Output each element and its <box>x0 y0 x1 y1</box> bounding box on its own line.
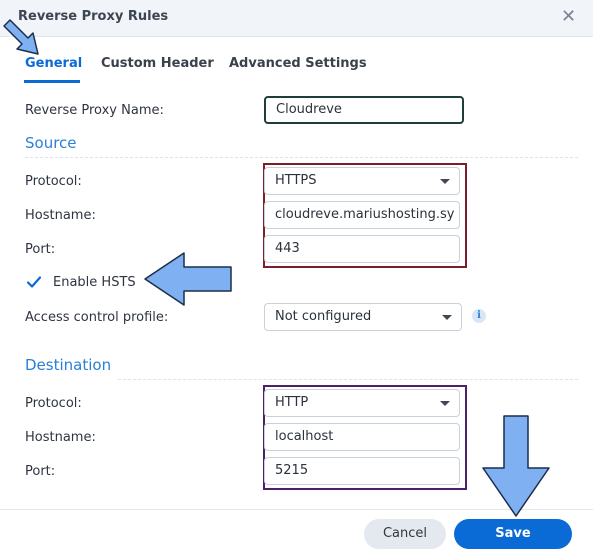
source-protocol-value: HTTPS <box>275 173 317 188</box>
destination-hostname-label: Hostname: <box>25 430 96 445</box>
close-icon[interactable]: ✕ <box>561 6 576 27</box>
access-control-value: Not configured <box>275 309 372 324</box>
destination-heading: Destination <box>25 356 112 374</box>
destination-protocol-label: Protocol: <box>25 396 82 411</box>
source-protocol-select[interactable]: HTTPS <box>264 167 460 195</box>
tab-advanced-settings[interactable]: Advanced Settings <box>229 56 367 71</box>
source-protocol-label: Protocol: <box>25 174 82 189</box>
destination-port-field[interactable]: 5215 <box>264 457 460 485</box>
title-bar: Reverse Proxy Rules ✕ <box>0 0 593 37</box>
active-tab-indicator <box>24 80 80 83</box>
arrow-to-hsts-icon <box>144 252 232 306</box>
destination-protocol-select[interactable]: HTTP <box>264 389 460 417</box>
chevron-down-icon <box>440 401 450 406</box>
tab-general[interactable]: General <box>25 56 82 71</box>
reverse-proxy-dialog: Reverse Proxy Rules ✕ General Custom Hea… <box>0 0 593 557</box>
chevron-down-icon <box>440 179 450 184</box>
destination-port-label: Port: <box>25 464 56 479</box>
destination-protocol-value: HTTP <box>275 395 309 410</box>
info-icon[interactable]: i <box>472 309 486 323</box>
source-port-field[interactable]: 443 <box>264 235 460 263</box>
reverse-proxy-name-label: Reverse Proxy Name: <box>25 103 164 118</box>
source-hostname-label: Hostname: <box>25 208 96 223</box>
chevron-down-icon <box>442 315 452 320</box>
tab-custom-header[interactable]: Custom Header <box>101 56 214 71</box>
source-divider <box>25 157 578 158</box>
destination-hostname-field[interactable]: localhost <box>264 423 460 451</box>
cancel-button[interactable]: Cancel <box>364 519 446 549</box>
source-port-label: Port: <box>25 242 56 257</box>
enable-hsts-checkbox[interactable] <box>26 274 42 290</box>
source-hostname-field[interactable]: cloudreve.mariushosting.sy <box>264 201 460 229</box>
access-control-select[interactable]: Not configured <box>264 303 462 331</box>
arrow-to-general-tab-icon <box>3 19 39 55</box>
reverse-proxy-name-field[interactable]: Cloudreve <box>264 96 464 124</box>
source-heading: Source <box>25 134 77 152</box>
access-control-label: Access control profile: <box>25 310 169 325</box>
destination-divider <box>118 379 578 380</box>
arrow-to-save-button-icon <box>482 415 550 517</box>
enable-hsts-label: Enable HSTS <box>53 275 136 290</box>
save-button[interactable]: Save <box>454 519 572 549</box>
